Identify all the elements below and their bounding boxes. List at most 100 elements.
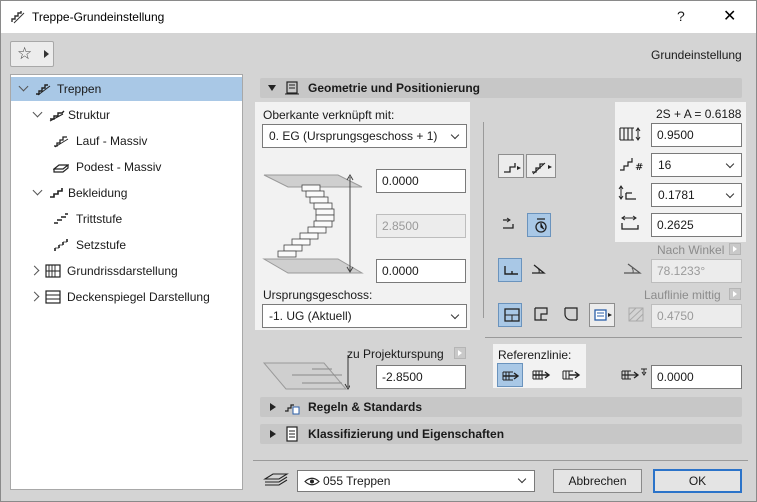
tread-depth-icon: [621, 215, 639, 230]
angle-field: 78.1233°: [651, 259, 742, 283]
close-button[interactable]: ✕: [723, 6, 736, 26]
layers-icon: [263, 473, 289, 486]
section-regeln-header[interactable]: Regeln & Standards: [260, 397, 742, 417]
dropdown-arrow-icon: [44, 50, 49, 58]
angle-mode-label: Nach Winkel: [657, 243, 725, 257]
angle-mode-arrow[interactable]: [729, 243, 741, 255]
distribution-icon[interactable]: [498, 213, 522, 237]
riser-count-icon: #: [620, 158, 643, 173]
formula-label: 2S + A = 0.6188: [656, 107, 742, 121]
stair-shape-button[interactable]: [526, 154, 556, 178]
tree-item-deckenspiegel[interactable]: Deckenspiegel Darstellung: [11, 285, 242, 309]
chevron-right-icon[interactable]: [29, 265, 40, 276]
expand-right-icon: [270, 430, 276, 438]
riser-count-select[interactable]: 16: [651, 153, 742, 177]
ok-button[interactable]: OK: [653, 469, 742, 493]
tree-item-label: Struktur: [68, 108, 111, 122]
riser-height-select[interactable]: 0.1781: [651, 183, 742, 207]
height-field: 2.8500: [376, 214, 466, 238]
footer-separator: [253, 460, 748, 461]
tree-item-podest-massiv[interactable]: Podest - Massiv: [11, 155, 242, 179]
reference-offset-field[interactable]: 0.0000: [651, 365, 742, 389]
expand-down-icon: [268, 85, 276, 91]
flight-width-icon: [619, 127, 641, 141]
display-options-button[interactable]: [589, 303, 615, 327]
top-link-label: Oberkante verknüpft mit:: [263, 108, 395, 122]
reference-center-icon[interactable]: [528, 363, 554, 387]
chevron-down-icon[interactable]: [32, 107, 43, 118]
flight-width-field[interactable]: 0.9500: [651, 123, 742, 147]
tread-depth-field[interactable]: 0.2625: [651, 213, 742, 237]
tree-item-label: Lauf - Massiv: [76, 134, 148, 148]
section-geometrie-header[interactable]: Geometrie und Positionierung: [260, 78, 742, 98]
vertical-separator: [483, 122, 484, 318]
settings-header-label: Grundeinstellung: [651, 48, 742, 62]
help-button[interactable]: ?: [677, 8, 685, 24]
plan-mode-button[interactable]: [498, 303, 522, 327]
tree-item-label: Bekleidung: [68, 186, 128, 200]
top-link-select[interactable]: 0. EG (Ursprungsgeschoss + 1): [262, 124, 467, 148]
window-title: Treppe-Grundeinstellung: [32, 10, 165, 24]
riser-count-value: 16: [658, 158, 672, 172]
hatch-icon: [624, 303, 648, 327]
top-link-value: 0. EG (Ursprungsgeschoss + 1): [269, 129, 438, 143]
tree-item-trittstufe[interactable]: Trittstufe: [11, 207, 242, 231]
project-zero-label: zu Projekturspung: [347, 347, 444, 361]
chevron-right-icon[interactable]: [29, 291, 40, 302]
layer-select[interactable]: 055 Treppen: [297, 470, 535, 492]
eye-icon: [304, 477, 320, 486]
tree-item-bekleidung[interactable]: Bekleidung: [11, 181, 242, 205]
section-title: Regeln & Standards: [308, 400, 423, 414]
tree-item-treppen[interactable]: Treppen: [11, 77, 242, 101]
landing-icon: [53, 164, 69, 173]
plan-mode-2-icon[interactable]: [529, 303, 553, 327]
tree-item-label: Grundrissdarstellung: [67, 264, 178, 278]
origin-story-label: Ursprungsgeschoss:: [263, 288, 373, 302]
favorites-button[interactable]: ☆: [10, 41, 54, 67]
walkline-field: 0.4750: [651, 304, 742, 328]
top-offset-field[interactable]: 0.0000: [376, 169, 466, 193]
tree-item-setzstufe[interactable]: Setzstufe: [11, 233, 242, 257]
floorplan-icon: [45, 264, 61, 278]
title-bar: Treppe-Grundeinstellung ? ✕: [1, 1, 756, 33]
riser-height-value: 0.1781: [658, 188, 695, 202]
tree-item-label: Podest - Massiv: [76, 160, 162, 174]
walkline-constraint-button[interactable]: [498, 258, 522, 282]
layer-value: 055 Treppen: [323, 474, 391, 488]
plan-mode-3-icon[interactable]: [559, 303, 583, 327]
riser-icon: [54, 239, 68, 251]
walkline-arrow[interactable]: [729, 288, 741, 300]
tree-item-label: Trittstufe: [76, 212, 123, 226]
angle-constraint-icon[interactable]: [527, 258, 551, 282]
reference-offset-icon: [621, 368, 647, 380]
project-zero-menu-arrow[interactable]: [454, 347, 466, 359]
section-title: Klassifizierung und Eigenschaften: [308, 427, 505, 441]
chevron-down-icon[interactable]: [18, 81, 29, 92]
rules-icon: [285, 404, 300, 415]
section-klassifizierung-header[interactable]: Klassifizierung und Eigenschaften: [260, 424, 742, 444]
tree-item-label: Deckenspiegel Darstellung: [67, 290, 210, 304]
tree-item-struktur[interactable]: Struktur: [11, 103, 242, 127]
project-zero-field[interactable]: -2.8500: [376, 365, 466, 389]
walkline-label: Lauflinie mittig: [644, 288, 721, 302]
classification-icon: [286, 426, 298, 442]
stair-type-button[interactable]: [498, 154, 524, 178]
stairs-icon: [36, 84, 51, 96]
stairs-app-icon: [11, 11, 25, 24]
bottom-offset-field[interactable]: 0.0000: [376, 259, 466, 283]
reference-right-icon[interactable]: [558, 363, 584, 387]
section-title: Geometrie und Positionierung: [308, 81, 481, 95]
finish-icon: [50, 188, 63, 198]
chevron-down-icon[interactable]: [32, 185, 43, 196]
tread-icon: [54, 213, 68, 224]
fixed-tread-button[interactable]: [527, 213, 551, 237]
tree-item-grundrissdarstellung[interactable]: Grundrissdarstellung: [11, 259, 242, 283]
reference-left-button[interactable]: [497, 363, 523, 387]
tree-item-lauf-massiv[interactable]: Lauf - Massiv: [11, 129, 242, 153]
cancel-button[interactable]: Abbrechen: [553, 469, 642, 493]
origin-story-select[interactable]: -1. UG (Aktuell): [262, 304, 467, 328]
star-icon: ☆: [17, 44, 33, 63]
chevron-down-icon: [517, 474, 527, 484]
dialog-window: Treppe-Grundeinstellung ? ✕ ☆ Grundeinst…: [0, 0, 757, 502]
tree-item-label: Setzstufe: [76, 238, 127, 252]
